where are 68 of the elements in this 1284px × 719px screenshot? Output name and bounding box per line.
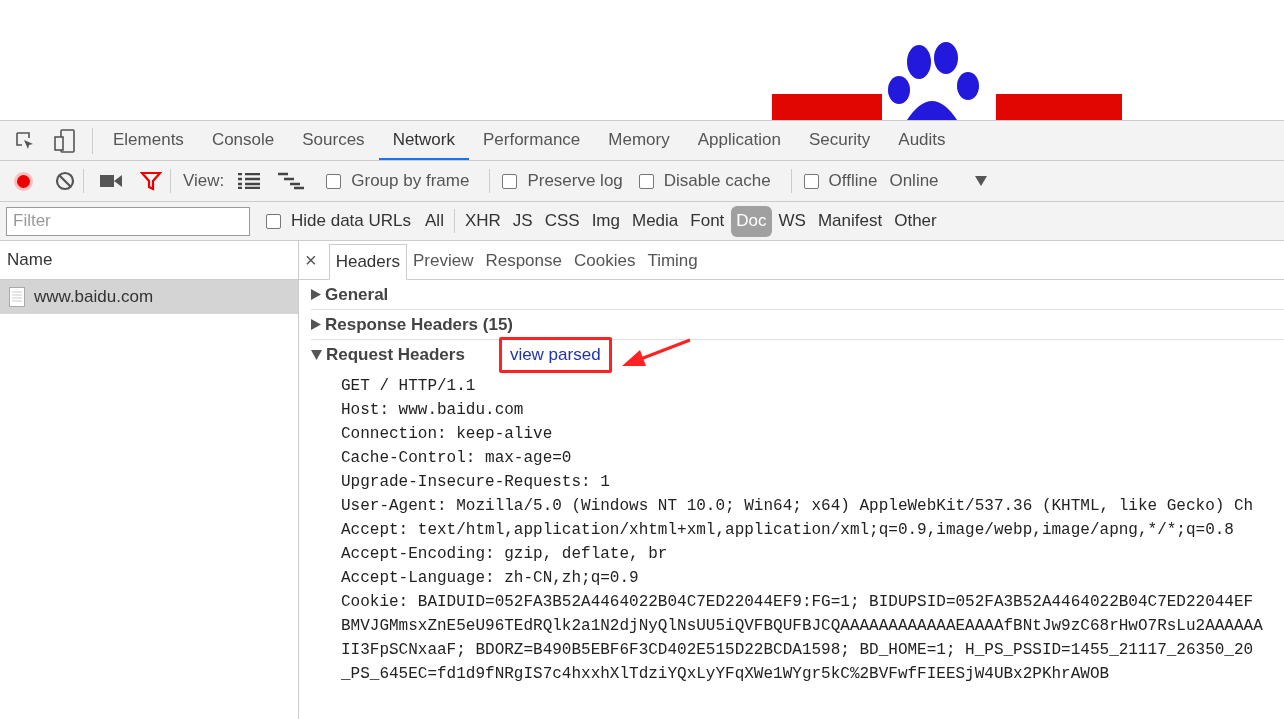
header-line: Cookie: BAIDUID=052FA3B52A4464022B04C7ED22044EF9:FG=1; BIDUPSID=052FA3B52A4464022B04C7ED22044EF <box>341 592 1255 613</box>
checkbox[interactable] <box>502 173 518 189</box>
header-line: BMVJGMmsxZnE5eU96TEdRQlk2a1N2djNyQlNsUU5iQVFBQUFBJCQAAAAAAAAAAAAEAAAAfBNtJw9zC68rHwO7RsLu2AAAAAA <box>341 616 1264 637</box>
panel-tab[interactable]: Console <box>197 121 289 160</box>
clear-icon[interactable] <box>55 171 75 191</box>
request-row[interactable]: www.baidu.com <box>0 280 298 314</box>
record-button[interactable] <box>14 171 33 191</box>
header-line: Host: www.baidu.com <box>341 400 525 421</box>
collapsed-triangle-icon[interactable] <box>311 289 321 300</box>
checkbox-label: Disable cache <box>663 170 771 193</box>
header-line: II3FpSCNxaaF; BDORZ=B490B5EBF6F3CD402E515D22BCDA1598; BD_HOME=1; H_PS_PSSID=1455_21117_26350_20 <box>341 640 1255 661</box>
type-filter-button[interactable]: Manifest <box>812 205 888 237</box>
checkbox[interactable] <box>803 173 819 189</box>
section-title[interactable]: General <box>325 281 389 308</box>
detail-tab[interactable]: Cookies <box>568 243 642 279</box>
panel-tab[interactable]: Memory <box>594 121 684 160</box>
panel-tab[interactable]: Performance <box>469 121 595 160</box>
header-line: Cache-Control: max-age=0 <box>341 448 573 469</box>
list-view-icon[interactable] <box>238 173 261 189</box>
filter-field[interactable]: Filter <box>6 206 250 236</box>
type-filter-button[interactable]: WS <box>773 205 811 237</box>
header-line: GET / HTTP/1.1 <box>341 376 477 397</box>
device-icon[interactable] <box>54 128 76 153</box>
type-filter-button[interactable]: Img <box>586 205 625 237</box>
header-line: Accept: text/html,application/xhtml+xml,application/xml;q=0.9,image/webp,image/apng,*/*;q=0.8 <box>341 520 1235 541</box>
detail-tab[interactable]: Response <box>479 243 568 279</box>
header-line: Connection: keep-alive <box>341 424 554 445</box>
header-line: Upgrade-Insecure-Requests: 1 <box>341 472 611 493</box>
column-header: Name <box>7 249 53 272</box>
video-camera-icon[interactable] <box>100 174 122 188</box>
checkbox-label: Group by frame <box>351 170 470 193</box>
document-icon <box>9 287 25 307</box>
detail-tab[interactable]: Timing <box>641 243 704 279</box>
throttle-dropdown[interactable]: Online <box>889 168 939 194</box>
dropdown-arrow-icon[interactable] <box>974 176 987 186</box>
detail-tab[interactable]: Headers <box>328 244 407 280</box>
type-filter-button[interactable]: Font <box>685 205 730 237</box>
header-line: _PS_645EC=fd1d9fNRgIS7c4hxxhXlTdziYQxLyYFqXWe1WYgr5kC%2BVFwfFIEESjW4UBx2PKhrAWOB <box>341 664 1111 685</box>
type-filter-button[interactable]: Other <box>889 205 942 237</box>
collapsed-triangle-icon[interactable] <box>311 319 321 330</box>
detail-tab[interactable]: Preview <box>406 243 480 279</box>
waterfall-view-icon[interactable] <box>278 172 305 190</box>
type-filter-button[interactable]: JS <box>507 205 538 237</box>
panel-tab[interactable]: Elements <box>99 121 198 160</box>
view-label: View: <box>183 170 225 193</box>
expanded-triangle-icon[interactable] <box>311 350 322 360</box>
section-title[interactable]: Response Headers (15) <box>325 311 514 338</box>
panel-tab[interactable]: Security <box>794 121 885 160</box>
type-filter-button[interactable]: XHR <box>459 205 506 237</box>
type-filter-button[interactable]: All <box>420 205 449 237</box>
checkbox-label: Hide data URLs <box>291 210 411 233</box>
checkbox[interactable] <box>638 173 654 189</box>
header-line: User-Agent: Mozilla/5.0 (Windows NT 10.0; Win64; x64) AppleWebKit/537.36 (KHTML, like Gecko) Ch <box>341 496 1255 517</box>
checkbox-label: Offline <box>828 170 878 193</box>
checkbox[interactable] <box>266 213 281 229</box>
panel-tab[interactable]: Audits <box>884 121 960 160</box>
panel-tab[interactable]: Sources <box>288 121 379 160</box>
filter-icon[interactable] <box>140 171 162 191</box>
view-parsed-link[interactable]: view parsed <box>509 345 601 365</box>
section-title[interactable]: Request Headers <box>326 342 465 368</box>
checkbox-label: Preserve log <box>527 170 623 193</box>
checkbox[interactable] <box>326 173 342 189</box>
type-filter-button[interactable]: CSS <box>539 205 585 237</box>
header-line: Accept-Encoding: gzip, deflate, br <box>341 544 669 565</box>
header-line: Accept-Language: zh-CN,zh;q=0.9 <box>341 568 640 589</box>
close-button[interactable]: × <box>305 245 317 275</box>
panel-tab[interactable]: Application <box>683 121 795 160</box>
type-filter-button[interactable]: Media <box>627 205 684 237</box>
